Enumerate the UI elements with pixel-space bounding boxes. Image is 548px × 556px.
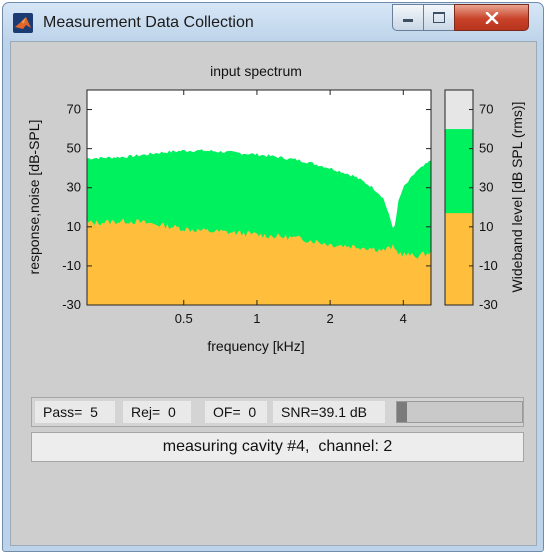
minimize-icon (403, 19, 413, 22)
spectrum-title: input spectrum (210, 63, 302, 79)
y-tick-label: -10 (62, 258, 81, 273)
wideband-y-tick-label: 30 (479, 180, 493, 195)
reject-count: Rej= 0 (123, 401, 191, 423)
x-tick-label: 2 (326, 311, 333, 326)
snr-readout: SNR=39.1 dB (273, 401, 385, 423)
y-tick-label: -30 (62, 297, 81, 312)
close-button[interactable] (454, 4, 529, 31)
y-tick-label: 10 (67, 219, 81, 234)
app-window: Measurement Data Collection input spectr… (2, 2, 544, 552)
maximize-button[interactable] (423, 4, 455, 31)
wideband-response-bar (445, 213, 473, 305)
x-tick-label: 0.5 (175, 311, 193, 326)
spectrum-x-label: frequency [kHz] (207, 338, 304, 354)
spectrum-y-label: response,noise [dB-SPL] (26, 120, 42, 275)
wideband-y-tick-label: 50 (479, 141, 493, 156)
window-title: Measurement Data Collection (43, 14, 254, 31)
maximize-icon (433, 12, 445, 23)
y-tick-label: 30 (67, 180, 81, 195)
x-tick-label: 4 (400, 311, 407, 326)
title-bar[interactable]: Measurement Data Collection (3, 3, 543, 43)
progress-fill (397, 402, 407, 422)
wideband-y-tick-label: 10 (479, 219, 493, 234)
status-bar: Pass= 5 Rej= 0 OF= 0 SNR=39.1 dB (31, 397, 524, 427)
wideband-y-tick-label: -30 (479, 297, 498, 312)
spectrum-axes: -30 -10 10 30 50 70 0.5 1 2 4 (62, 89, 432, 326)
status-message: measuring cavity #4, channel: 2 (31, 432, 524, 462)
wideband-y-label: Wideband level [dB SPL (rms)] (509, 102, 525, 293)
overflow-count: OF= 0 (205, 401, 267, 423)
close-icon (485, 11, 498, 24)
y-tick-label: 50 (67, 141, 81, 156)
wideband-axes: -30 -10 10 30 50 70 (444, 89, 498, 312)
x-tick-label: 1 (253, 311, 260, 326)
wideband-y-tick-label: -10 (479, 258, 498, 273)
pass-count: Pass= 5 (35, 401, 115, 423)
plots: input spectrum -30 -10 10 30 50 70 0.5 1 2 4 fre… (26, 63, 525, 354)
matlab-logo-icon (13, 13, 33, 33)
minimize-button[interactable] (392, 4, 424, 31)
figure-area: input spectrum -30 -10 10 30 50 70 0.5 1 2 4 fre… (10, 41, 537, 546)
progress-meter (396, 401, 523, 423)
y-tick-label: 70 (67, 102, 81, 117)
wideband-y-tick-label: 70 (479, 102, 493, 117)
